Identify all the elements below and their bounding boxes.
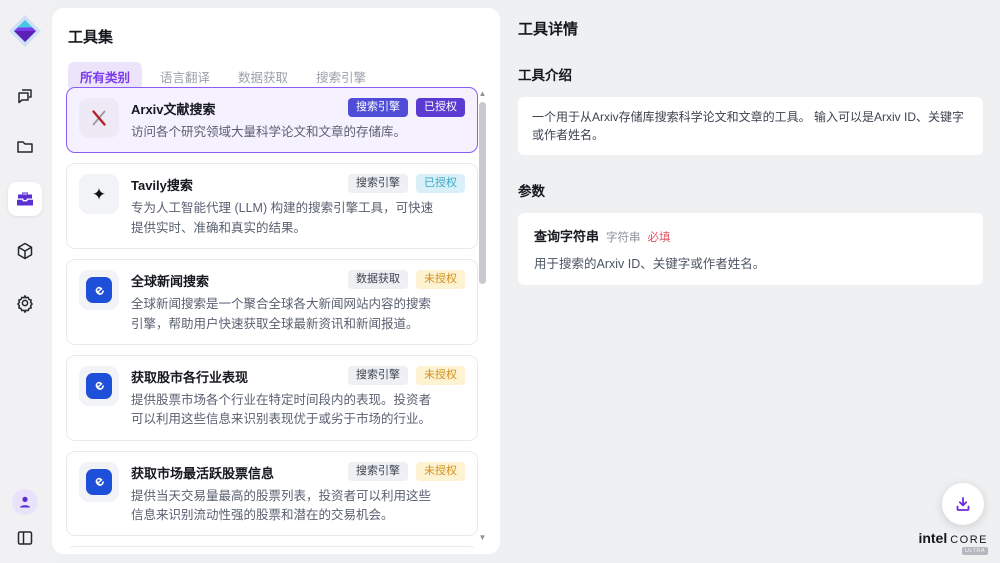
tool-card-global-news[interactable]: e 全球新闻搜索 数据获取 未授权 全球新闻搜索是一个聚合全球各大新闻网站内容的… — [66, 259, 478, 345]
blue-e-news-icon: e — [79, 270, 119, 310]
tool-description: 提供当天交易量最高的股票列表，投资者可以利用这些信息来识别流动性强的股票和潜在的… — [131, 487, 436, 526]
param-description: 用于搜索的Arxiv ID、关键字或作者姓名。 — [534, 253, 967, 272]
panel-toggle-icon[interactable] — [12, 525, 38, 551]
briefcase-icon-active-tools[interactable] — [8, 182, 42, 216]
folder-icon[interactable] — [8, 130, 42, 164]
tool-name: 获取股市各行业表现 — [131, 366, 248, 386]
blue-e-news-icon: e — [79, 462, 119, 502]
tool-name: Arxiv文献搜索 — [131, 98, 216, 118]
scrollbar-thumb[interactable] — [479, 102, 486, 284]
ultra-badge: ULTRA — [962, 547, 988, 555]
scroll-down-arrow-icon[interactable]: ▼ — [478, 534, 487, 542]
tool-name: 全球新闻搜索 — [131, 270, 209, 290]
list-scrollbar[interactable]: ▲ ▼ — [478, 90, 487, 542]
category-badge: 搜索引擎 — [348, 366, 408, 385]
rail-bottom — [12, 489, 38, 551]
tool-card-tavily[interactable]: ✦ Tavily搜索 搜索引擎 已授权 专为人工智能代理 (LLM) 构建的搜索… — [66, 163, 478, 249]
arxiv-logo-icon — [79, 98, 119, 138]
gear-icon[interactable] — [8, 286, 42, 320]
intro-text: 一个用于从Arxiv存储库搜索科学论文和文章的工具。 输入可以是Arxiv ID… — [532, 110, 964, 142]
app-root: 工具集 所有类别 语言翻译 数据获取 搜索引擎 Arxiv文献搜索 — [0, 0, 1000, 563]
nav-rail — [0, 0, 50, 563]
user-avatar-icon[interactable] — [12, 489, 38, 515]
intro-heading: 工具介绍 — [518, 64, 983, 84]
core-wordmark: CORE — [950, 534, 988, 546]
category-badge: 搜索引擎 — [348, 174, 408, 193]
tool-card-sector-performance[interactable]: e 获取股市各行业表现 搜索引擎 未授权 提供股票市场各个行业在特定时间段内的表… — [66, 355, 478, 441]
auth-status-badge: 已授权 — [416, 174, 465, 193]
tool-description: 专为人工智能代理 (LLM) 构建的搜索引擎工具，可快速提供实时、准确和真实的结… — [131, 199, 436, 238]
auth-status-badge: 已授权 — [416, 98, 465, 117]
params-heading: 参数 — [518, 180, 983, 200]
chat-icon[interactable] — [8, 78, 42, 112]
category-badge: 搜索引擎 — [348, 462, 408, 481]
package-icon[interactable] — [8, 234, 42, 268]
scroll-up-arrow-icon[interactable]: ▲ — [478, 90, 487, 98]
intro-card: 一个用于从Arxiv存储库搜索科学论文和文章的工具。 输入可以是Arxiv ID… — [518, 97, 983, 155]
tools-list-panel: 工具集 所有类别 语言翻译 数据获取 搜索引擎 Arxiv文献搜索 — [52, 8, 500, 554]
intel-wordmark: intel — [918, 530, 947, 546]
category-badge: 数据获取 — [348, 270, 408, 289]
category-badge: 搜索引擎 — [348, 98, 408, 117]
blue-e-news-icon: e — [79, 366, 119, 406]
intel-core-logo: intel CORE ULTRA — [908, 530, 988, 555]
param-type: 字符串 — [606, 229, 641, 245]
param-name: 查询字符串 — [534, 226, 599, 245]
page-title: 工具集 — [52, 8, 500, 47]
tool-description: 全球新闻搜索是一个聚合全球各大新闻网站内容的搜索引擎，帮助用户快速获取全球最新资… — [131, 295, 436, 334]
tool-name: 获取市场最活跃股票信息 — [131, 462, 274, 482]
tool-card-list: Arxiv文献搜索 搜索引擎 已授权 访问各个研究领域大量科学论文和文章的存储库… — [66, 87, 478, 548]
tool-name: Tavily搜索 — [131, 174, 193, 194]
tool-description: 访问各个研究领域大量科学论文和文章的存储库。 — [131, 123, 436, 142]
download-button[interactable] — [942, 483, 984, 525]
tool-detail-panel: 工具详情 工具介绍 一个用于从Arxiv存储库搜索科学论文和文章的工具。 输入可… — [518, 8, 983, 285]
auth-status-badge: 未授权 — [416, 366, 465, 385]
app-logo — [8, 14, 42, 48]
tool-card-arxiv[interactable]: Arxiv文献搜索 搜索引擎 已授权 访问各个研究领域大量科学论文和文章的存储库… — [66, 87, 478, 153]
tool-card-most-active-stocks[interactable]: e 获取市场最活跃股票信息 搜索引擎 未授权 提供当天交易量最高的股票列表，投资… — [66, 451, 478, 537]
sparkle-star-icon: ✦ — [79, 174, 119, 214]
auth-status-badge: 未授权 — [416, 270, 465, 289]
rail-nav — [8, 78, 42, 320]
tool-card-regional-news[interactable]: 万维地区新闻查询 搜索引擎 未授权 查询具体行政区划内的新闻，快速了解各地新闻动 — [66, 546, 478, 548]
param-required-flag: 必填 — [648, 229, 671, 245]
detail-title: 工具详情 — [518, 18, 983, 39]
tool-description: 提供股票市场各个行业在特定时间段内的表现。投资者可以利用这些信息来识别表现优于或… — [131, 391, 436, 430]
auth-status-badge: 未授权 — [416, 462, 465, 481]
param-card: 查询字符串 字符串 必填 用于搜索的Arxiv ID、关键字或作者姓名。 — [518, 213, 983, 285]
